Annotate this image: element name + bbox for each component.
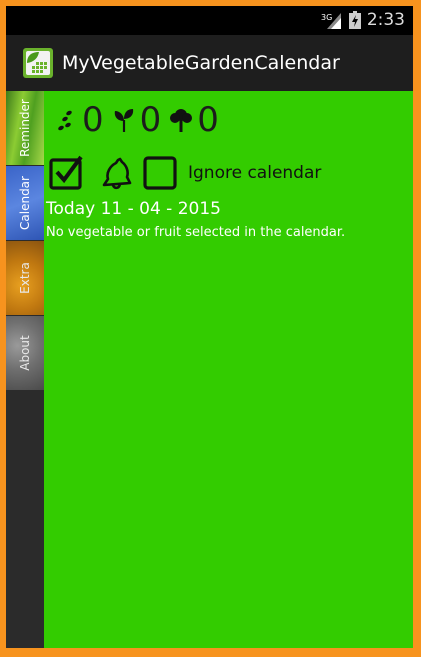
device-screen: 3G 2:33 MyVegetableGardenCalendar Remind…: [6, 6, 413, 648]
counters-row: 0 0 0: [54, 103, 227, 137]
seed-count: 0: [82, 100, 104, 140]
today-date: Today 11 - 04 - 2015: [46, 199, 221, 219]
ignore-calendar-checkbox[interactable]: [142, 155, 178, 191]
app-calendar-leaf-icon[interactable]: [22, 47, 54, 79]
reminder-panel: 0 0 0 Ignore calendar Today 11 - 04 - 20…: [44, 91, 413, 648]
tab-reminder[interactable]: Reminder: [6, 91, 44, 165]
tab-label: Extra: [18, 262, 32, 294]
action-bar: MyVegetableGardenCalendar: [6, 35, 413, 91]
tab-label: Calendar: [18, 176, 32, 230]
tab-about[interactable]: About: [6, 316, 44, 390]
reminder-checkbox[interactable]: [48, 155, 84, 191]
status-time: 2:33: [366, 10, 405, 30]
network-type: 3G: [321, 13, 332, 22]
bell-icon[interactable]: [98, 155, 134, 191]
tab-calendar[interactable]: Calendar: [6, 166, 44, 240]
battery-icon: [348, 11, 361, 29]
sprout-icon: [114, 109, 133, 132]
no-selection-message: No vegetable or fruit selected in the ca…: [46, 225, 346, 240]
status-bar: 3G 2:33: [6, 6, 413, 35]
seeds-icon: [58, 110, 72, 131]
tree-icon: [170, 109, 193, 132]
tab-label: Reminder: [18, 99, 32, 157]
app-title: MyVegetableGardenCalendar: [62, 52, 340, 74]
tree-count: 0: [197, 100, 219, 140]
tab-label: About: [18, 335, 32, 371]
tab-extra[interactable]: Extra: [6, 241, 44, 315]
options-row: Ignore calendar: [48, 155, 321, 191]
signal-icon: 3G: [321, 13, 341, 29]
ignore-calendar-label: Ignore calendar: [188, 163, 322, 183]
sprout-count: 0: [139, 100, 162, 140]
sidebar: Reminder Calendar Extra About: [6, 91, 44, 648]
